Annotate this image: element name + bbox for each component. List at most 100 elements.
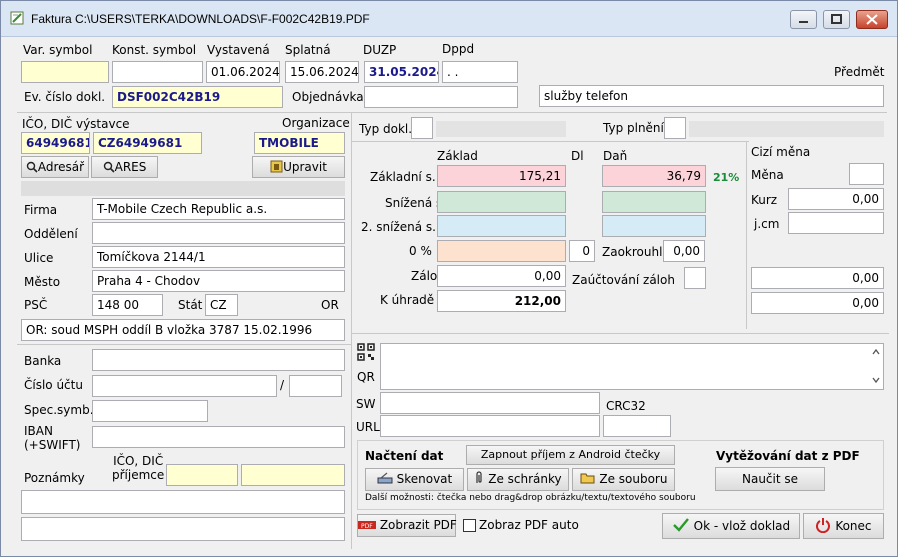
oddeleni-input[interactable] — [92, 222, 345, 244]
organizace-input[interactable]: TMOBILE — [254, 132, 345, 154]
adresar-label: Adresář — [37, 160, 85, 174]
pdf-icon: PDF — [358, 521, 376, 530]
naucit-se-button[interactable]: Naučit se — [715, 467, 825, 491]
duzp-input[interactable]: 31.05.2024 — [364, 61, 439, 83]
sw-input[interactable] — [380, 392, 600, 414]
snizena-zaklad-input[interactable] — [437, 191, 566, 213]
url-input[interactable] — [380, 415, 600, 437]
zakladni-label: Základní s. — [370, 170, 436, 184]
android-button[interactable]: Zapnout příjem z Android čtečky — [466, 445, 675, 465]
poznamky-input-2[interactable] — [21, 517, 345, 541]
ev-cislo-input[interactable]: DSF002C42B19 — [112, 86, 283, 108]
dppd-input[interactable]: . . — [442, 61, 518, 83]
nula-dl-input[interactable]: 0 — [569, 240, 595, 262]
ico-prijemce-input[interactable] — [166, 464, 238, 486]
paperclip-icon — [476, 471, 482, 483]
splatna-input[interactable]: 15.06.2024 — [285, 61, 359, 83]
k-uhrade-input[interactable]: 212,00 — [437, 290, 566, 312]
zobraz-pdf-auto-checkbox[interactable] — [463, 519, 476, 532]
zobrazit-pdf-button[interactable]: PDF Zobrazit PDF — [357, 514, 457, 537]
var-symbol-input[interactable] — [21, 61, 109, 83]
crc-input[interactable] — [603, 415, 671, 437]
or-input[interactable]: OR: soud MSPH oddíl B vložka 3787 15.02.… — [21, 319, 345, 341]
qr-divider — [352, 333, 889, 334]
skenovat-button[interactable]: Skenovat — [365, 468, 464, 491]
cislo-uctu-input[interactable] — [92, 375, 277, 397]
firma-input[interactable]: T-Mobile Czech Republic a.s. — [92, 198, 345, 220]
typ-dokl-input[interactable] — [411, 117, 433, 139]
qr-scrollbar[interactable] — [869, 344, 883, 389]
dppd-label: Dppd — [442, 42, 475, 56]
snizena-dan-input[interactable] — [602, 191, 706, 213]
ze-schranky-button[interactable]: Ze schránky — [467, 468, 569, 491]
ze-souboru-label: Ze souboru — [599, 472, 668, 486]
snizena2-dan-input[interactable] — [602, 215, 706, 237]
cizi-mena-label: Cizí měna — [751, 145, 811, 159]
adresar-button[interactable]: Adresář — [21, 156, 89, 178]
objednavka-input[interactable] — [364, 86, 518, 108]
zaokrouhl-label: Zaokrouhl. — [602, 245, 667, 259]
ares-button[interactable]: ARES — [91, 156, 158, 178]
zakladni-zaklad-input[interactable]: 175,21 — [437, 165, 566, 187]
zuctovani-label: Zaúčtování záloh — [572, 273, 675, 287]
snizena2-zaklad-input[interactable] — [437, 215, 566, 237]
konec-button[interactable]: Konec — [803, 513, 884, 539]
konst-symbol-label: Konst. symbol — [112, 43, 197, 57]
minimize-button[interactable] — [790, 10, 817, 29]
skenovat-label: Skenovat — [396, 472, 453, 486]
amounts-divider — [352, 141, 749, 142]
ok-vloz-button[interactable]: Ok - vlož doklad — [662, 513, 800, 539]
psc-input[interactable]: 148 00 — [92, 294, 163, 316]
close-window-button[interactable] — [856, 10, 888, 29]
dl-header: Dl — [571, 149, 584, 163]
ev-cislo-label: Ev. číslo dokl. — [24, 90, 106, 104]
zuctovani-input[interactable] — [684, 267, 706, 289]
zakladni-rate: 21% — [713, 171, 740, 184]
iban-label: IBAN (+SWIFT) — [24, 424, 81, 452]
title-bar: Faktura C:\USERS\TERKA\DOWNLOADS\F-F002C… — [1, 1, 897, 37]
ares-label: ARES — [114, 160, 147, 174]
ulice-input[interactable]: Tomíčkova 2144/1 — [92, 246, 345, 268]
app-icon — [10, 11, 24, 25]
sw-label: SW — [356, 397, 376, 411]
nula-zaklad-input[interactable] — [437, 240, 566, 262]
or-label: OR — [321, 298, 339, 312]
predmet-label: Předmět — [834, 65, 885, 79]
foreign-value-2[interactable]: 0,00 — [751, 292, 884, 314]
predmet-input[interactable]: služby telefon — [539, 85, 884, 107]
zalohy-input[interactable]: 0,00 — [437, 265, 566, 287]
psc-label: PSČ — [24, 298, 48, 312]
foreign-value-1[interactable]: 0,00 — [751, 267, 884, 289]
spec-symb-input[interactable] — [92, 400, 208, 422]
typ-dokl-label: Typ dokl. — [359, 122, 413, 136]
banka-input[interactable] — [92, 349, 345, 371]
dic-prijemce-input[interactable] — [241, 464, 345, 486]
qr-text-area[interactable] — [380, 343, 884, 390]
kurz-input[interactable]: 0,00 — [788, 188, 884, 210]
maximize-button[interactable] — [823, 10, 850, 29]
dic-input[interactable]: CZ64949681 — [93, 132, 202, 154]
iban-input[interactable] — [92, 426, 345, 448]
duzp-label: DUZP — [363, 43, 397, 57]
mesto-input[interactable]: Praha 4 - Chodov — [92, 270, 345, 292]
organizace-label: Organizace — [282, 116, 350, 130]
close-icon — [866, 14, 878, 25]
kod-banky-input[interactable] — [289, 375, 342, 397]
snizena2-label: 2. snížená s. — [361, 220, 436, 234]
ze-souboru-button[interactable]: Ze souboru — [572, 468, 675, 491]
vystavena-input[interactable]: 01.06.2024 — [206, 61, 280, 83]
ico-input[interactable]: 64949681 — [21, 132, 90, 154]
nula-label: 0 % — [409, 244, 432, 258]
zakladni-dan-input[interactable]: 36,79 — [602, 165, 706, 187]
zaokrouhl-input[interactable]: 0,00 — [663, 240, 705, 262]
slash-label: / — [280, 378, 285, 392]
upravit-button[interactable]: Upravit — [252, 156, 345, 178]
konst-symbol-input[interactable] — [112, 61, 203, 83]
jcm-input[interactable] — [788, 212, 884, 234]
stat-input[interactable]: CZ — [205, 294, 238, 316]
ok-vloz-label: Ok - vlož doklad — [693, 519, 791, 533]
poznamky-input-1[interactable] — [21, 490, 345, 514]
mena-input[interactable] — [849, 163, 884, 185]
typ-plneni-input[interactable] — [664, 117, 686, 139]
ico-dic-label: IČO, DIČ výstavce — [22, 117, 130, 131]
